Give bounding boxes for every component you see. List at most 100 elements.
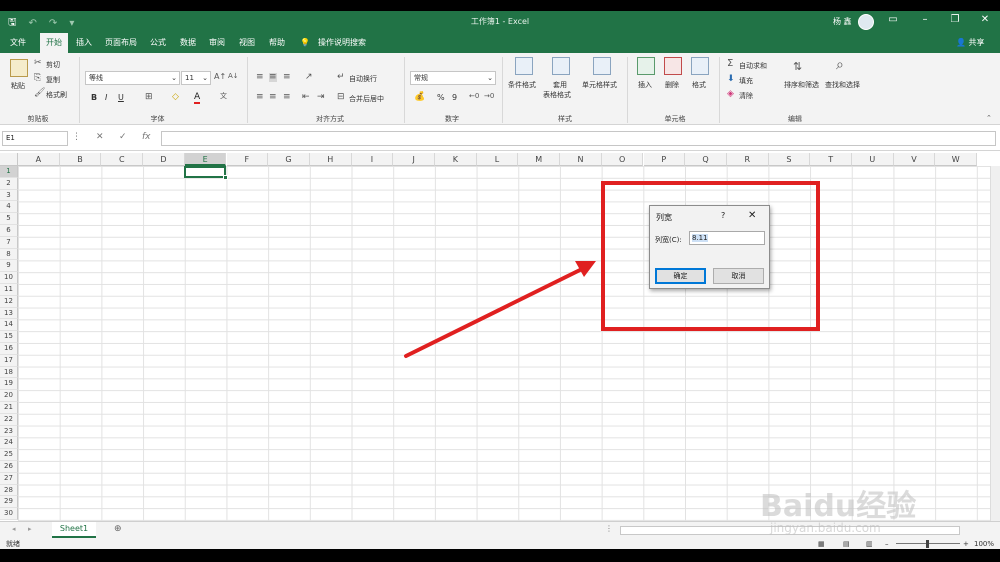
tab-data[interactable]: 数据 (174, 33, 202, 53)
tab-insert[interactable]: 插入 (70, 33, 98, 53)
row-header[interactable]: 26 (0, 461, 18, 473)
row-header[interactable]: 16 (0, 343, 18, 355)
format-cells-icon[interactable] (691, 57, 709, 75)
underline-button[interactable]: U (118, 93, 124, 102)
column-header[interactable]: M (518, 153, 561, 166)
column-header[interactable]: N (560, 153, 602, 166)
insert-function-icon[interactable]: fx (142, 133, 151, 142)
decrease-decimal-icon[interactable]: →0 (484, 93, 494, 100)
scissors-icon[interactable]: ✂ (34, 59, 42, 68)
row-header[interactable]: 21 (0, 402, 18, 414)
format-as-table-button[interactable]: 套用 (553, 80, 567, 90)
row-header[interactable]: 15 (0, 331, 18, 343)
zoom-in-icon[interactable]: + (963, 539, 969, 549)
row-header[interactable]: 24 (0, 437, 18, 450)
select-all-corner[interactable] (0, 153, 18, 166)
next-sheet-icon[interactable]: ▸ (28, 526, 32, 533)
paste-icon[interactable] (10, 59, 28, 77)
wrap-text-button[interactable]: 自动换行 (349, 74, 377, 84)
column-header[interactable]: F (226, 153, 269, 166)
column-header[interactable]: J (393, 153, 435, 166)
tell-me-search[interactable]: 操作说明搜索 (314, 33, 370, 53)
font-size-select[interactable]: 11 ⌄ (181, 71, 211, 85)
column-header[interactable]: W (935, 153, 978, 166)
tab-help[interactable]: 帮助 (263, 33, 291, 53)
percent-button[interactable]: % (437, 93, 445, 102)
tab-view[interactable]: 视图 (233, 33, 261, 53)
row-header[interactable]: 22 (0, 413, 18, 426)
column-header[interactable]: I (351, 153, 394, 166)
insert-cells-icon[interactable] (637, 57, 655, 75)
column-header[interactable]: A (18, 153, 60, 166)
increase-font-icon[interactable]: A↑ (214, 73, 226, 81)
format-cells-button[interactable]: 格式 (692, 80, 706, 90)
row-header[interactable]: 5 (0, 213, 18, 225)
delete-cells-button[interactable]: 删除 (665, 80, 679, 90)
name-box[interactable]: E1 (2, 131, 68, 146)
row-header[interactable]: 18 (0, 366, 18, 379)
row-header[interactable]: 23 (0, 425, 18, 438)
fill-color-icon[interactable]: ◇ (172, 93, 179, 102)
row-header[interactable]: 20 (0, 390, 18, 402)
row-header[interactable]: 25 (0, 449, 18, 461)
row-header[interactable]: 27 (0, 472, 18, 485)
minimize-icon[interactable]: – (918, 14, 932, 25)
copy-icon[interactable]: ⎘ (34, 74, 41, 83)
help-icon[interactable]: ? (721, 211, 725, 220)
column-header[interactable]: H (309, 153, 352, 166)
close-icon[interactable]: ✕ (748, 210, 756, 221)
autosum-button[interactable]: 自动求和 (739, 61, 767, 71)
column-header[interactable]: Q (685, 153, 727, 166)
conditional-formatting-button[interactable]: 条件格式 (508, 80, 536, 90)
phonetic-icon[interactable]: 文 (220, 93, 227, 100)
format-as-table-label[interactable]: 表格格式 (543, 90, 571, 100)
close-window-icon[interactable]: ✕ (978, 14, 992, 25)
row-header[interactable]: 3 (0, 189, 18, 202)
align-left-icon[interactable]: ≡ (256, 93, 264, 102)
tab-file[interactable]: 文件 (4, 33, 32, 53)
cell-grid[interactable] (18, 166, 990, 521)
tab-page-layout[interactable]: 页面布局 (100, 33, 142, 53)
align-bottom-icon[interactable]: ≡ (283, 73, 291, 82)
active-cell-e1[interactable] (184, 166, 226, 178)
row-header[interactable]: 30 (0, 508, 18, 520)
align-center-icon[interactable]: ≡ (269, 93, 277, 102)
increase-decimal-icon[interactable]: ←0 (469, 93, 479, 100)
comma-button[interactable]: 9 (452, 93, 457, 102)
cancel-button[interactable]: 取消 (713, 268, 764, 284)
row-header[interactable]: 12 (0, 295, 18, 308)
restore-icon[interactable]: ❐ (948, 14, 962, 25)
row-header[interactable]: 1 (0, 166, 18, 178)
row-header[interactable]: 29 (0, 496, 18, 509)
sort-filter-button[interactable]: 排序和筛选 (784, 80, 819, 90)
format-as-table-icon[interactable] (552, 57, 570, 75)
cut-button[interactable]: 剪切 (46, 60, 60, 70)
column-header[interactable]: T (810, 153, 852, 166)
sort-filter-icon[interactable]: ⇅ (793, 61, 802, 72)
wrap-text-icon[interactable]: ↵ (337, 73, 345, 82)
delete-cells-icon[interactable] (664, 57, 682, 75)
formula-menu-icon[interactable]: ⋮ (72, 133, 81, 142)
copy-button[interactable]: 复制 (46, 75, 60, 85)
column-header[interactable]: B (59, 153, 102, 166)
collapse-ribbon-icon[interactable]: ⌃ (986, 115, 992, 122)
column-header[interactable]: L (476, 153, 519, 166)
align-right-icon[interactable]: ≡ (283, 93, 291, 102)
row-header[interactable]: 9 (0, 260, 18, 273)
column-header[interactable]: C (101, 153, 144, 166)
fill-down-icon[interactable]: ⬇ (727, 75, 735, 84)
row-header[interactable]: 19 (0, 378, 18, 391)
align-middle-icon[interactable]: ≡ (269, 73, 277, 82)
clear-button[interactable]: 清除 (739, 91, 753, 101)
column-header[interactable]: S (768, 153, 811, 166)
eraser-icon[interactable]: ◈ (727, 90, 734, 99)
ribbon-display-icon[interactable]: ▭ (886, 14, 900, 25)
sheet-tab-sheet1[interactable]: Sheet1 (52, 522, 96, 538)
column-header[interactable]: E (184, 153, 227, 166)
insert-cells-button[interactable]: 插入 (638, 80, 652, 90)
row-header[interactable]: 4 (0, 201, 18, 214)
sigma-icon[interactable]: Σ (727, 59, 733, 69)
cell-styles-icon[interactable] (593, 57, 611, 75)
format-painter-button[interactable]: 格式刷 (46, 90, 67, 100)
bold-button[interactable]: B (91, 93, 97, 102)
